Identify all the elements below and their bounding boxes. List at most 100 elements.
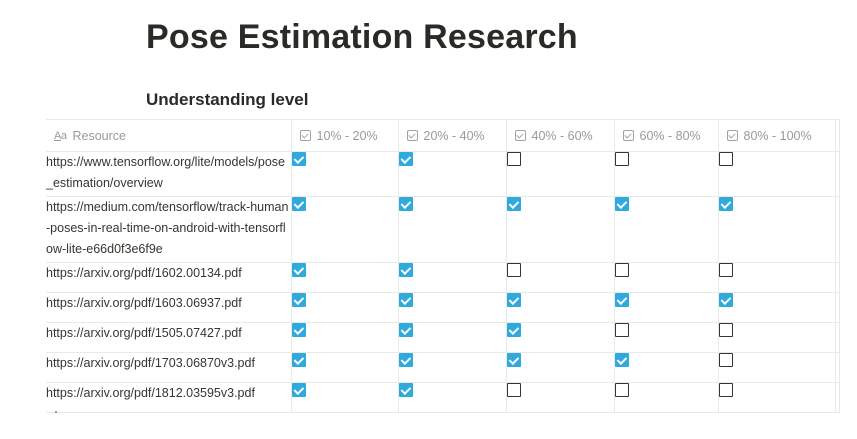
checkbox-checked[interactable] [291,197,306,211]
level-1-cell [291,292,399,323]
checkbox-unchecked[interactable] [718,263,733,277]
resource-cell[interactable]: https://arxiv.org/pdf/1603.06937.pdf [46,292,292,323]
column-header-label: 40% - 60% [531,128,593,143]
checkbox-checked[interactable] [506,323,521,337]
checkbox-unchecked[interactable] [506,383,521,397]
checkbox-checked[interactable] [398,152,413,166]
checkbox-unchecked[interactable] [614,152,629,166]
column-header-level-5[interactable]: 80% - 100% [718,119,836,152]
level-2-cell [398,382,507,413]
checkbox-checked[interactable] [718,197,733,211]
level-3-cell [506,262,615,293]
level-2-cell [398,352,507,383]
level-1-cell [291,352,399,383]
level-3-cell [506,352,615,383]
checkbox-checked[interactable] [291,353,306,367]
row-edge [835,382,840,413]
resource-link[interactable]: https://medium.com/tensorflow/track-huma… [46,200,288,256]
checkbox-checked[interactable] [506,197,521,211]
checkbox-checked[interactable] [291,383,306,397]
checkbox-checked[interactable] [398,383,413,397]
checkbox-unchecked[interactable] [614,323,629,337]
resource-link[interactable]: https://arxiv.org/pdf/1603.06937.pdf [46,296,242,310]
level-1-cell [291,262,399,293]
level-5-cell [718,151,836,197]
table-row: https://arxiv.org/pdf/1603.06937.pdf [46,292,840,323]
level-3-cell [506,382,615,413]
row-edge [835,352,840,383]
row-edge [835,322,840,353]
table-row: https://www.tensorflow.org/lite/models/p… [46,151,840,197]
resource-link[interactable]: https://arxiv.org/pdf/1602.00134.pdf [46,266,242,280]
checkbox-checked[interactable] [291,152,306,166]
column-header-resource[interactable]: Aa Resource [46,119,292,152]
page-title: Pose Estimation Research [146,18,578,56]
column-header-label: 10% - 20% [316,128,378,143]
resource-cell[interactable]: https://arxiv.org/pdf/1812.03595v3.pdf [46,382,292,413]
level-2-cell [398,196,507,263]
checkbox-checked[interactable] [398,353,413,367]
table-row: https://medium.com/tensorflow/track-huma… [46,196,840,263]
level-4-cell [614,352,719,383]
table-header-row: Aa Resource 10% - 20% 20% - 40% 40% - 60… [46,119,840,152]
resource-cell[interactable]: https://www.tensorflow.org/lite/models/p… [46,151,292,197]
column-header-level-3[interactable]: 40% - 60% [506,119,615,152]
checkbox-checked[interactable] [291,293,306,307]
database-table: Aa Resource 10% - 20% 20% - 40% 40% - 60… [46,119,840,413]
resource-link[interactable]: https://arxiv.org/pdf/1703.06870v3.pdf [46,356,255,370]
table-row: https://arxiv.org/pdf/1602.00134.pdf [46,262,840,293]
column-header-level-2[interactable]: 20% - 40% [398,119,507,152]
checkbox-checked[interactable] [614,197,629,211]
row-edge [835,151,840,197]
checkbox-checked[interactable] [718,293,733,307]
database-view-title[interactable]: Understanding level [146,90,308,110]
level-5-cell [718,382,836,413]
level-5-cell [718,196,836,263]
resource-cell[interactable]: https://arxiv.org/pdf/1602.00134.pdf [46,262,292,293]
level-1-cell [291,151,399,197]
table-row: https://arxiv.org/pdf/1703.06870v3.pdf [46,352,840,383]
column-header-level-1[interactable]: 10% - 20% [291,119,399,152]
checkbox-checked[interactable] [614,353,629,367]
checkbox-checked[interactable] [506,353,521,367]
checkbox-checked[interactable] [398,293,413,307]
level-1-cell [291,382,399,413]
checkbox-unchecked[interactable] [718,323,733,337]
checkbox-checked[interactable] [291,263,306,277]
checkbox-property-icon [514,130,526,141]
checkbox-property-icon [299,130,311,141]
column-header-label: Resource [72,128,126,143]
checkbox-property-icon [622,130,634,141]
checkbox-unchecked[interactable] [506,152,521,166]
level-3-cell [506,322,615,353]
column-header-level-4[interactable]: 60% - 80% [614,119,719,152]
checkbox-checked[interactable] [398,263,413,277]
level-5-cell [718,352,836,383]
checkbox-checked[interactable] [506,293,521,307]
resource-cell[interactable]: https://arxiv.org/pdf/1703.06870v3.pdf [46,352,292,383]
checkbox-checked[interactable] [614,293,629,307]
resource-cell[interactable]: https://arxiv.org/pdf/1505.07427.pdf [46,322,292,353]
level-1-cell [291,322,399,353]
checkbox-unchecked[interactable] [614,383,629,397]
level-2-cell [398,322,507,353]
level-3-cell [506,151,615,197]
resource-link[interactable]: https://arxiv.org/pdf/1505.07427.pdf [46,326,242,340]
checkbox-checked[interactable] [291,323,306,337]
checkbox-checked[interactable] [398,197,413,211]
checkbox-property-icon [406,130,418,141]
resource-link[interactable]: https://www.tensorflow.org/lite/models/p… [46,155,285,190]
level-4-cell [614,151,719,197]
checkbox-unchecked[interactable] [614,263,629,277]
row-edge [835,262,840,293]
level-4-cell [614,196,719,263]
resource-link[interactable]: https://arxiv.org/pdf/1812.03595v3.pdf [46,386,255,400]
level-2-cell [398,292,507,323]
resource-cell[interactable]: https://medium.com/tensorflow/track-huma… [46,196,292,263]
checkbox-checked[interactable] [398,323,413,337]
level-4-cell [614,322,719,353]
checkbox-unchecked[interactable] [718,353,733,367]
checkbox-unchecked[interactable] [506,263,521,277]
checkbox-unchecked[interactable] [718,383,733,397]
checkbox-unchecked[interactable] [718,152,733,166]
